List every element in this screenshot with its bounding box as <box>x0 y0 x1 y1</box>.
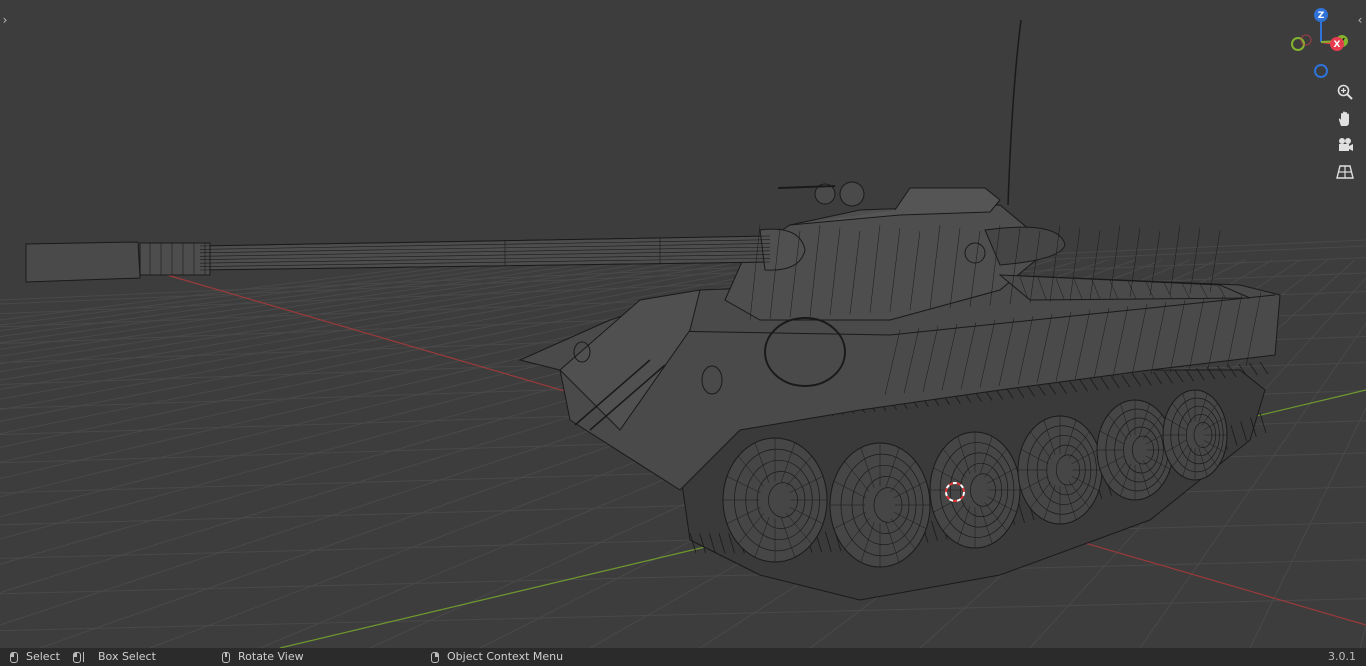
camera-icon <box>1339 138 1353 151</box>
toolbar-expand-toggle[interactable]: › <box>0 10 10 30</box>
status-box-select-label: Box Select <box>98 650 156 663</box>
status-select: Select <box>10 648 60 666</box>
version-label: 3.0.1 <box>1328 650 1356 663</box>
status-bar: Select Box Select Rotate View Object Con… <box>0 648 1366 666</box>
status-select-label: Select <box>26 650 60 663</box>
status-rotate-view: Rotate View <box>222 648 304 666</box>
mouse-right-icon <box>431 651 439 663</box>
status-context-menu: Object Context Menu <box>431 648 563 666</box>
viewport-scene[interactable] <box>0 0 1366 648</box>
mouse-middle-icon <box>222 651 230 663</box>
hand-icon <box>1338 111 1349 126</box>
drag-indicator-icon <box>83 652 88 662</box>
status-box-select: Box Select <box>73 648 156 666</box>
zoom-tool-button[interactable] <box>1333 80 1357 104</box>
commander-cupola <box>839 181 865 207</box>
perspective-toggle-button[interactable] <box>1333 160 1357 184</box>
3d-viewport[interactable]: › ‹ Z Y X <box>0 0 1366 648</box>
camera-view-button[interactable] <box>1333 133 1357 157</box>
grid-perspective-icon <box>1336 165 1354 179</box>
zoom-icon <box>1337 84 1353 100</box>
mouse-left-icon <box>10 651 18 663</box>
muzzle-brake <box>25 241 141 283</box>
pan-tool-button[interactable] <box>1333 107 1357 131</box>
gizmo-z-label: Z <box>1318 11 1325 21</box>
muzzle-sleeve <box>139 242 211 276</box>
status-rotate-view-label: Rotate View <box>238 650 304 663</box>
navigation-gizmo[interactable]: Z Y X <box>1282 4 1362 84</box>
gizmo-neg-z-button[interactable] <box>1314 64 1328 78</box>
gizmo-neg-y-button[interactable] <box>1291 37 1305 51</box>
gizmo-x-label: X <box>1334 40 1341 50</box>
status-context-menu-label: Object Context Menu <box>447 650 564 663</box>
mouse-drag-icon <box>73 651 81 663</box>
